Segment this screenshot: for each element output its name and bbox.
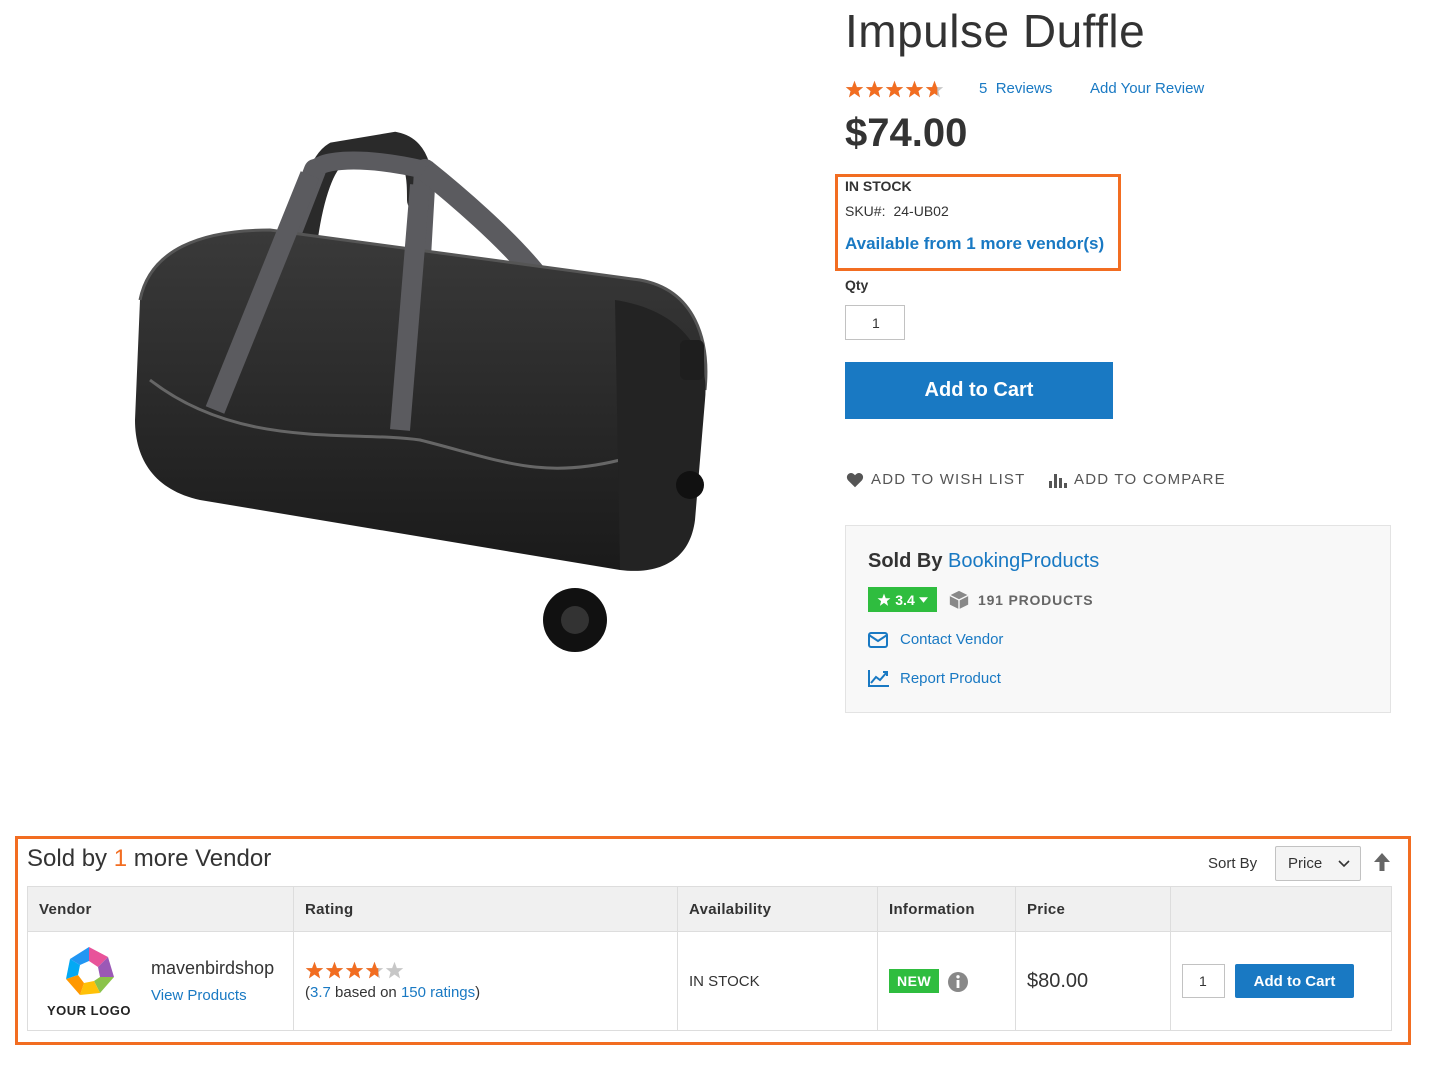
chart-line-icon — [868, 670, 889, 687]
star-icon — [365, 961, 384, 979]
table-row: YOUR LOGO mavenbirdshop View Products (3… — [27, 931, 1392, 1031]
vendor-logo-icon — [66, 946, 114, 995]
report-product-link[interactable]: Report Product — [868, 669, 1001, 687]
vendor-cell: YOUR LOGO mavenbirdshop View Products — [27, 931, 294, 1031]
star-icon — [345, 961, 364, 979]
compare-icon — [1049, 473, 1067, 488]
vendor-qty-input[interactable] — [1182, 964, 1225, 998]
sku: SKU#: 24-UB02 — [845, 203, 949, 219]
report-product-label: Report Product — [900, 669, 1001, 687]
vendors-table: Vendor Rating Availability Information P… — [27, 886, 1392, 1031]
compare-label: ADD TO COMPARE — [1074, 471, 1226, 488]
column-header-vendor: Vendor — [27, 886, 294, 932]
reviews-label: Reviews — [995, 80, 1053, 97]
contact-vendor-link[interactable]: Contact Vendor — [868, 631, 1003, 648]
seller-rating-badge[interactable]: 3.4 — [868, 587, 937, 612]
qty-label: Qty — [845, 277, 869, 293]
paren-close: ) — [475, 984, 481, 1001]
product-title: Impulse Duffle — [845, 5, 1146, 57]
product-image — [135, 131, 708, 652]
add-to-wishlist-link[interactable]: ADD TO WISH LIST — [846, 471, 1026, 488]
caret-down-icon — [918, 596, 928, 603]
heart-icon — [846, 472, 864, 487]
star-icon — [877, 593, 891, 606]
vendor-name: mavenbirdshop — [151, 958, 275, 978]
rating-value-link[interactable]: 3.7 — [310, 984, 331, 1001]
stock-status: IN STOCK — [845, 178, 912, 194]
star-icon — [925, 80, 944, 97]
title-prefix: Sold by — [27, 845, 108, 872]
sort-select[interactable]: Price — [1275, 846, 1361, 881]
condition-badge: NEW — [889, 968, 940, 993]
view-products-link[interactable]: View Products — [151, 987, 274, 1004]
rating-count-link[interactable]: 150 ratings — [401, 984, 475, 1001]
seller-products-count: 191 PRODUCTS — [948, 589, 1093, 611]
sort-value: Price — [1288, 855, 1323, 872]
vendor-add-to-cart-button[interactable]: Add to Cart — [1235, 964, 1354, 998]
star-icon — [325, 961, 344, 979]
actions-cell: Add to Cart — [1170, 931, 1392, 1031]
sort-direction-arrow-icon[interactable] — [1373, 852, 1391, 872]
column-header-price: Price — [1015, 886, 1171, 932]
add-review-link[interactable]: Add Your Review — [1090, 80, 1204, 97]
star-icon — [885, 80, 904, 97]
vendor-price: $80.00 — [1027, 969, 1089, 992]
column-header-actions — [1170, 886, 1392, 932]
star-icon — [305, 961, 324, 979]
wishlist-label: ADD TO WISH LIST — [871, 471, 1026, 488]
products-count-label: 191 PRODUCTS — [978, 592, 1094, 608]
information-cell: NEW — [877, 931, 1016, 1031]
vendor-rating-stars — [305, 961, 666, 980]
contact-vendor-label: Contact Vendor — [900, 631, 1004, 648]
rating-stars — [845, 80, 944, 99]
more-vendors-link[interactable]: Available from 1 more vendor(s) — [845, 234, 1104, 254]
add-to-cart-button[interactable]: Add to Cart — [845, 362, 1113, 419]
info-icon[interactable] — [947, 971, 969, 993]
rating-cell: (3.7 based on 150 ratings) — [293, 931, 678, 1031]
sku-label: SKU#: — [845, 203, 886, 219]
table-header-row: Vendor Rating Availability Information P… — [27, 886, 1392, 932]
rating-summary: (3.7 based on 150 ratings) — [305, 984, 666, 1001]
qty-input[interactable] — [845, 305, 905, 340]
vendor-count: 1 — [113, 845, 128, 872]
sold-by: Sold By BookingProducts — [868, 550, 1099, 573]
star-icon — [845, 80, 864, 97]
price-cell: $80.00 — [1015, 931, 1171, 1031]
seller-rating-value: 3.4 — [895, 591, 915, 608]
column-header-rating: Rating — [293, 886, 678, 932]
logo-text: YOUR LOGO — [47, 1002, 131, 1018]
product-price: $74.00 — [845, 111, 968, 155]
availability-cell: IN STOCK — [677, 931, 878, 1031]
box-icon — [949, 590, 969, 610]
star-icon — [905, 80, 924, 97]
other-vendors-title: Sold by 1 more Vendor — [27, 845, 271, 873]
chevron-down-icon — [1338, 859, 1350, 867]
column-header-information: Information — [877, 886, 1016, 932]
vendor-logo: YOUR LOGO — [39, 945, 139, 1018]
rating-based-on: based on — [335, 984, 397, 1001]
reviews-count: 5 — [979, 80, 988, 97]
sold-by-label: Sold By — [868, 550, 943, 572]
column-header-availability: Availability — [677, 886, 878, 932]
star-icon — [865, 80, 884, 97]
add-to-compare-link[interactable]: ADD TO COMPARE — [1049, 471, 1226, 488]
reviews-link[interactable]: 5 Reviews — [979, 80, 1052, 97]
sku-value: 24-UB02 — [893, 203, 949, 219]
envelope-icon — [868, 631, 888, 648]
title-suffix: more Vendor — [133, 845, 272, 872]
sort-by-label: Sort By — [1208, 855, 1258, 872]
product-rating — [845, 78, 944, 100]
star-icon — [385, 961, 404, 979]
seller-name-link[interactable]: BookingProducts — [948, 550, 1099, 572]
